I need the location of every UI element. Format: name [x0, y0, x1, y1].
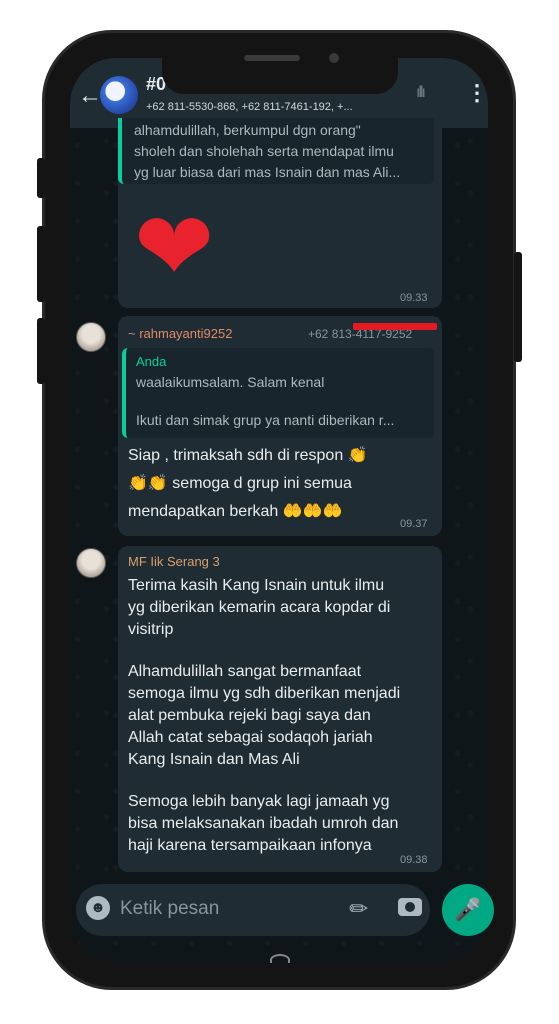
- message-text: semoga ilmu yg sdh diberikan menjadi: [128, 685, 401, 702]
- message-bubble[interactable]: ~ rahmayanti9252 +62 813-4117-9252 Anda …: [118, 316, 442, 536]
- message-text: visitrip: [128, 621, 174, 638]
- quote-text: yg luar biasa dari mas Isnain dan mas Al…: [134, 164, 401, 180]
- message-text: bisa melaksanakan ibadah umroh dan: [128, 815, 399, 832]
- message-text: Alhamdulillah sangat bermanfaat: [128, 663, 362, 680]
- message-text: yg diberikan kemarin acara kopdar di: [128, 599, 391, 616]
- nav-home-button[interactable]: [270, 954, 290, 963]
- voice-call-icon[interactable]: ıllı: [416, 84, 426, 102]
- mic-button[interactable]: 🎤: [442, 884, 494, 936]
- group-members[interactable]: +62 811-5530-868, +62 811-7461-192, +...: [146, 101, 353, 113]
- sender-name[interactable]: MF Iik Serang 3: [128, 554, 220, 569]
- message-time: 09.38: [400, 854, 428, 866]
- quote-text: Ikuti dan simak grup ya nanti diberikan …: [136, 412, 395, 428]
- message-text: Kang Isnain dan Mas Ali: [128, 751, 300, 768]
- message-input[interactable]: Ketik pesan: [120, 898, 219, 920]
- quoted-message[interactable]: alhamdulillah, berkumpul dgn orang" shol…: [118, 118, 434, 184]
- emoji-icon[interactable]: ☻: [86, 896, 110, 920]
- back-arrow-icon[interactable]: ←: [78, 82, 102, 110]
- phone-side-button: [514, 252, 522, 362]
- attach-icon[interactable]: ✎: [344, 893, 375, 924]
- message-bubble[interactable]: MF Iik Serang 3 Terima kasih Kang Isnain…: [118, 546, 442, 872]
- message-text: 👏👏 semoga d grup ini semua: [128, 475, 352, 492]
- camera-icon[interactable]: [398, 898, 422, 916]
- quote-author: Anda: [136, 354, 167, 369]
- message-input-bar[interactable]: ☻ Ketik pesan ✎: [76, 884, 430, 936]
- message-bubble[interactable]: alhamdulillah, berkumpul dgn orang" shol…: [118, 118, 442, 308]
- message-text: mendapatkan berkah 🤲🤲🤲: [128, 503, 343, 520]
- quoted-message[interactable]: Anda waalaikumsalam. Salam kenal Ikuti d…: [122, 348, 434, 438]
- heart-emoji: ❤: [134, 191, 215, 303]
- message-time: 09.33: [400, 292, 428, 304]
- quote-text: alhamdulillah, berkumpul dgn orang": [134, 122, 361, 138]
- front-camera: [329, 53, 339, 63]
- message-text: Allah catat sebagai sodaqoh jariah: [128, 729, 373, 746]
- quote-text: waalaikumsalam. Salam kenal: [136, 374, 325, 390]
- group-avatar[interactable]: [100, 76, 138, 114]
- phone-notch: [162, 42, 398, 94]
- phone-side-button: [37, 226, 45, 302]
- phone-side-button: [37, 158, 45, 198]
- message-text: alat pembuka rejeki bagi saya dan: [128, 707, 371, 724]
- phone-side-button: [37, 318, 45, 384]
- sender-avatar[interactable]: [76, 548, 106, 578]
- sender-name[interactable]: ~ rahmayanti9252: [128, 326, 232, 341]
- message-text: Terima kasih Kang Isnain untuk ilmu: [128, 577, 385, 594]
- sender-avatar[interactable]: [76, 322, 106, 352]
- screen: ← #0 +62 811-5530-868, +62 811-7461-192,…: [70, 58, 488, 963]
- message-time: 09.37: [400, 518, 428, 530]
- message-text: haji karena tersampaikaan infonya: [128, 837, 372, 854]
- redaction-mark: [353, 323, 437, 330]
- quote-text: sholeh dan sholehah serta mendapat ilmu: [134, 143, 394, 159]
- message-text: Semoga lebih banyak lagi jamaah yg: [128, 793, 390, 810]
- speaker-grille: [244, 55, 300, 61]
- more-options-icon[interactable]: ⋮: [466, 80, 488, 106]
- message-text: Siap , trimaksah sdh di respon 👏: [128, 447, 368, 464]
- mic-icon: 🎤: [454, 897, 482, 922]
